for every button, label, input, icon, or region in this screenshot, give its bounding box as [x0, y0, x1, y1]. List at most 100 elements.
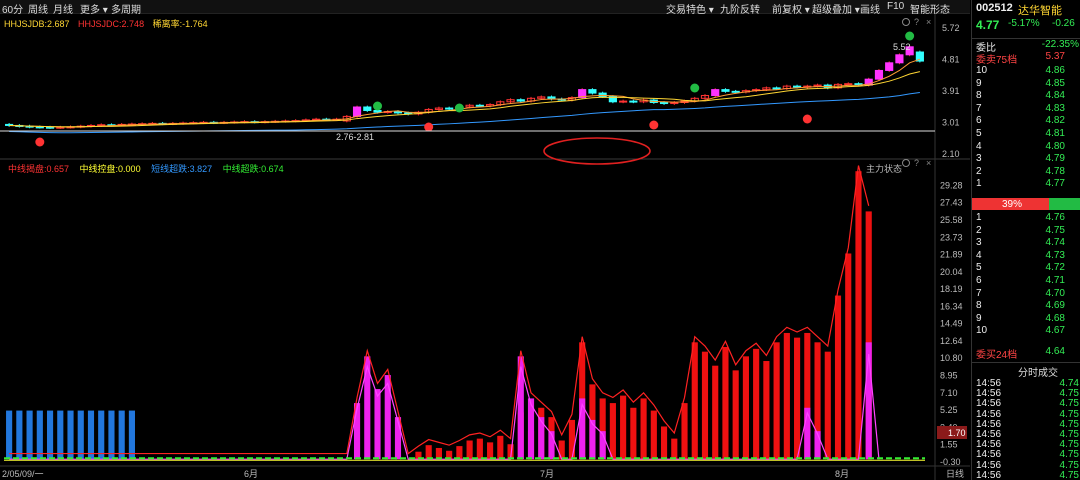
- red-bar: [773, 342, 780, 460]
- red-bar: [558, 440, 565, 460]
- red-bar: [609, 403, 616, 460]
- bid-row-price: 4.76: [1045, 212, 1065, 223]
- bid-row: 5 4.72: [972, 262, 1080, 274]
- indicator-axis-label: 5.25: [940, 405, 958, 415]
- stock-name: 达华智能: [1018, 5, 1062, 17]
- indicator-axis-label: 18.19: [940, 284, 963, 294]
- red-bar: [660, 426, 668, 460]
- ask-row-level: 6: [976, 115, 982, 127]
- settings-icon[interactable]: [902, 18, 910, 26]
- ask-header: 委卖75档: [976, 55, 1018, 66]
- ticks-title: 分时成交: [1018, 368, 1058, 379]
- period-label: 日线: [946, 468, 964, 479]
- ask-row-level: 8: [976, 90, 982, 102]
- red-bar: [783, 332, 790, 460]
- candle-body: [475, 104, 484, 107]
- buy-signal-icon: [649, 120, 659, 130]
- bid-row-level: 4: [976, 249, 982, 261]
- ask-row-price: 4.81: [1045, 128, 1065, 139]
- indicator-axis-label: 16.34: [940, 301, 963, 311]
- blue-bar: [67, 410, 74, 460]
- indicator-axis-label: 27.43: [940, 198, 963, 208]
- candle-body: [772, 87, 781, 90]
- f10-button[interactable]: F10: [887, 1, 904, 12]
- ask-row: 3 4.79: [972, 153, 1080, 165]
- blue-bar: [77, 410, 84, 460]
- indicator-axis: 29.28 27.43 25.58 23.73 21.89 20.04 18.19 16.34…: [940, 180, 963, 467]
- ask-row: 10 4.86: [972, 65, 1080, 77]
- bid-row: 10 4.67: [972, 325, 1080, 337]
- tick-row: 14:56 4.75: [972, 470, 1080, 480]
- candle-body: [352, 106, 362, 117]
- bid-row-price: 4.67: [1045, 325, 1065, 337]
- indicator-axis-label: -0.30: [940, 457, 961, 467]
- indicator-bars: [6, 171, 872, 460]
- magenta-bar: [374, 389, 381, 460]
- candle-body: [885, 62, 894, 71]
- candle-body: [629, 100, 638, 103]
- candle-body: [588, 89, 597, 94]
- xlabel-august: 8月: [835, 469, 849, 479]
- blue-bar: [87, 410, 95, 460]
- chart-area[interactable]: 5.72 4.81 3.91 3.01 2.10 29.28 27.43 25.58 23.7…: [0, 14, 970, 480]
- bid-row: 9 4.68: [972, 313, 1080, 325]
- red-bar: [691, 342, 698, 460]
- sell-signal-icon: [454, 103, 464, 113]
- red-bar: [650, 410, 657, 460]
- blue-bar: [46, 410, 54, 460]
- bid-row: 3 4.74: [972, 237, 1080, 249]
- red-bar: [568, 419, 576, 460]
- candle-body: [731, 90, 740, 93]
- change-amount: -0.26: [1052, 18, 1075, 29]
- ask-row-level: 7: [976, 102, 982, 114]
- ask-row-level: 3: [976, 153, 982, 165]
- ratio-bar-sell: [1049, 198, 1080, 210]
- bid-row: 7 4.70: [972, 288, 1080, 300]
- red-bar: [620, 395, 627, 460]
- bid-row-price: 4.74: [1045, 237, 1065, 249]
- red-bar: [425, 445, 432, 460]
- blue-bar: [108, 410, 115, 460]
- buy-signal-icon: [802, 114, 812, 124]
- bid-row-level: 10: [976, 325, 988, 337]
- price-axis-label: 5.72: [942, 23, 960, 33]
- buy-signal-icon: [424, 122, 434, 132]
- kline-chart[interactable]: 5.72 4.81 3.91 3.01 2.10 29.28 27.43 25.58 23.7…: [0, 14, 970, 480]
- chart-toolbar: 60分 周线 月线 更多 ▾ 多周期 交易特色 ▾ 九阶反转 前复权 ▾ 超级叠…: [0, 0, 970, 16]
- blue-bar: [128, 410, 135, 460]
- red-bar: [466, 440, 473, 460]
- indicator-axis-label: 14.49: [940, 319, 963, 329]
- candle-body: [373, 109, 382, 113]
- bid-row-price: 4.75: [1045, 224, 1065, 236]
- low-range-label: 2.76-2.81: [336, 132, 374, 142]
- buy-signal-icon: [35, 137, 45, 147]
- help-icon[interactable]: ?: [914, 158, 919, 168]
- indicator-axis-label: 12.64: [940, 336, 963, 346]
- settings-icon[interactable]: [902, 159, 910, 167]
- indicator-axis-label: 21.89: [940, 250, 963, 260]
- bid-row: 6 4.71: [972, 275, 1080, 287]
- candle-body: [445, 107, 454, 110]
- candle-body: [895, 54, 904, 64]
- moving-averages: [9, 58, 921, 134]
- close-icon[interactable]: ×: [926, 17, 931, 27]
- blue-bar: [57, 410, 64, 460]
- help-icon[interactable]: ?: [914, 17, 919, 27]
- ask-row-price: 4.85: [1045, 77, 1065, 89]
- red-bar: [794, 337, 801, 460]
- candle-body: [393, 111, 403, 114]
- ask-row-price: 4.77: [1045, 178, 1065, 190]
- bid-row-level: 5: [976, 262, 982, 274]
- bid-row-price: 4.69: [1045, 300, 1065, 312]
- blue-bar: [98, 410, 105, 460]
- red-bar: [834, 295, 842, 460]
- red-bar: [845, 253, 852, 460]
- xlabel-start: 2/05/09/一: [2, 469, 44, 479]
- indicator-axis-label: 20.04: [940, 267, 963, 277]
- red-bar: [487, 442, 494, 460]
- close-icon[interactable]: ×: [926, 158, 931, 168]
- bid-row-level: 3: [976, 237, 982, 249]
- blue-bar: [16, 410, 23, 460]
- ma-line-10: [9, 71, 920, 128]
- bid-row-level: 6: [976, 275, 982, 286]
